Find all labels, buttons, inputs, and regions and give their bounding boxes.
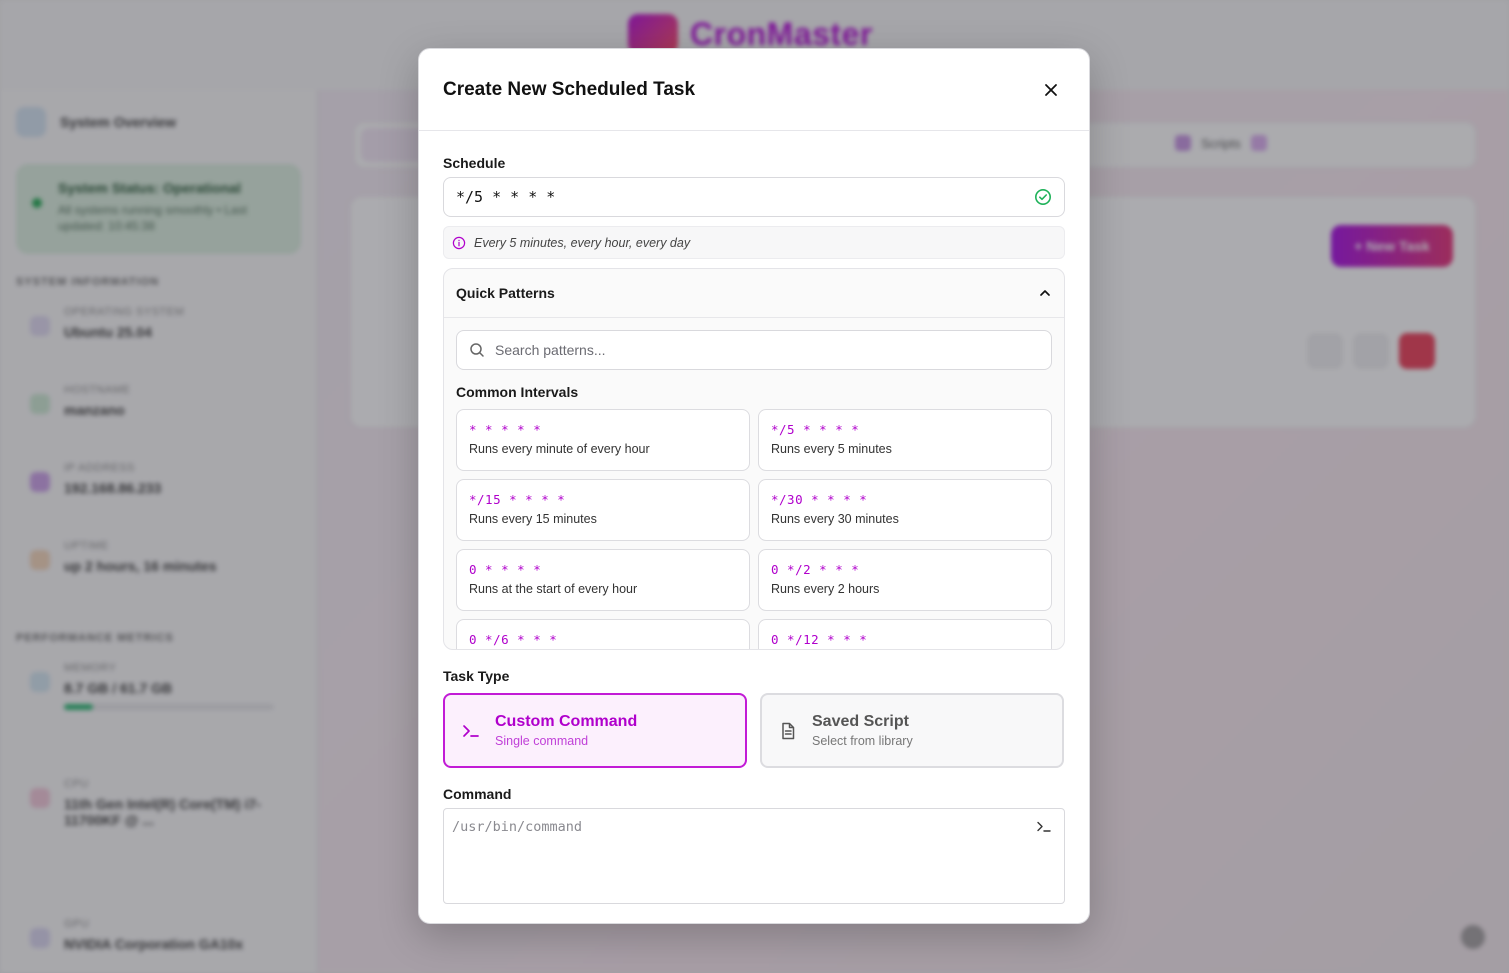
- create-task-modal: Create New Scheduled Task Schedule */5 *…: [418, 48, 1090, 924]
- group-common-intervals: Common Intervals: [456, 384, 579, 400]
- pattern-description: Runs every 5 minutes: [771, 442, 892, 456]
- quick-patterns-body[interactable]: Common Intervals * * * * * Runs every min…: [444, 318, 1064, 649]
- pattern-search-input[interactable]: [495, 342, 1035, 358]
- pattern-card[interactable]: */30 * * * * Runs every 30 minutes: [758, 479, 1052, 541]
- schedule-label: Schedule: [443, 155, 506, 171]
- pattern-expression: 0 */6 * * *: [469, 632, 558, 647]
- pattern-description: Runs every 30 minutes: [771, 512, 899, 526]
- task-type-title: Saved Script: [812, 713, 909, 730]
- pattern-card[interactable]: 0 */2 * * * Runs every 2 hours: [758, 549, 1052, 611]
- task-type-title: Custom Command: [495, 713, 638, 730]
- pattern-description: Runs every minute of every hour: [469, 442, 650, 456]
- pattern-grid: * * * * * Runs every minute of every hour…: [456, 409, 1052, 649]
- check-circle-icon: [1035, 189, 1051, 205]
- command-label: Command: [443, 786, 512, 802]
- pattern-card[interactable]: 0 * * * * Runs at the start of every hour: [456, 549, 750, 611]
- search-icon: [470, 343, 484, 357]
- command-field[interactable]: [443, 808, 1065, 904]
- chevron-up-icon: [1040, 290, 1050, 296]
- task-type-saved-script[interactable]: Saved Script Select from library: [760, 693, 1064, 768]
- pattern-card[interactable]: */5 * * * * Runs every 5 minutes: [758, 409, 1052, 471]
- pattern-expression: */5 * * * *: [771, 422, 860, 437]
- file-text-icon: [782, 722, 795, 739]
- task-type-subtitle: Select from library: [812, 734, 913, 748]
- quick-patterns-title: Quick Patterns: [456, 285, 555, 301]
- close-button[interactable]: [1037, 76, 1065, 104]
- schedule-description-text: Every 5 minutes, every hour, every day: [474, 235, 691, 250]
- quick-patterns: Quick Patterns Common Intervals * * * * …: [443, 268, 1065, 650]
- task-type-custom-command[interactable]: Custom Command Single command: [443, 693, 747, 768]
- pattern-expression: */15 * * * *: [469, 492, 566, 507]
- pattern-search[interactable]: [456, 330, 1052, 370]
- info-icon: [452, 236, 466, 249]
- schedule-description: Every 5 minutes, every hour, every day: [443, 226, 1065, 259]
- close-icon: [1045, 83, 1057, 96]
- terminal-icon: [1037, 821, 1051, 832]
- pattern-description: Runs every 2 hours: [771, 582, 880, 596]
- pattern-card[interactable]: 0 */6 * * *: [456, 619, 750, 649]
- pattern-description: Runs every 15 minutes: [469, 512, 597, 526]
- modal-header: Create New Scheduled Task: [419, 49, 1089, 131]
- command-input[interactable]: [444, 809, 1064, 903]
- modal-title: Create New Scheduled Task: [443, 78, 696, 100]
- pattern-expression: 0 */2 * * *: [771, 562, 860, 577]
- modal-body: Schedule */5 * * * * Every 5 minutes, ev…: [419, 131, 1089, 904]
- pattern-card[interactable]: * * * * * Runs every minute of every hour: [456, 409, 750, 471]
- schedule-input[interactable]: */5 * * * *: [443, 177, 1065, 217]
- pattern-description: Runs at the start of every hour: [469, 582, 638, 596]
- pattern-expression: 0 */12 * * *: [771, 632, 868, 647]
- terminal-icon: [463, 724, 479, 737]
- schedule-value[interactable]: */5 * * * *: [456, 188, 555, 206]
- pattern-expression: 0 * * * *: [469, 562, 542, 577]
- task-type-subtitle: Single command: [495, 734, 589, 748]
- pattern-card[interactable]: 0 */12 * * *: [758, 619, 1052, 649]
- pattern-card[interactable]: */15 * * * * Runs every 15 minutes: [456, 479, 750, 541]
- task-type-selector: Custom Command Single command Saved Scri…: [443, 693, 1065, 768]
- pattern-expression: * * * * *: [469, 422, 542, 437]
- quick-patterns-toggle[interactable]: Quick Patterns: [444, 269, 1064, 318]
- pattern-expression: */30 * * * *: [771, 492, 868, 507]
- task-type-label: Task Type: [443, 668, 510, 684]
